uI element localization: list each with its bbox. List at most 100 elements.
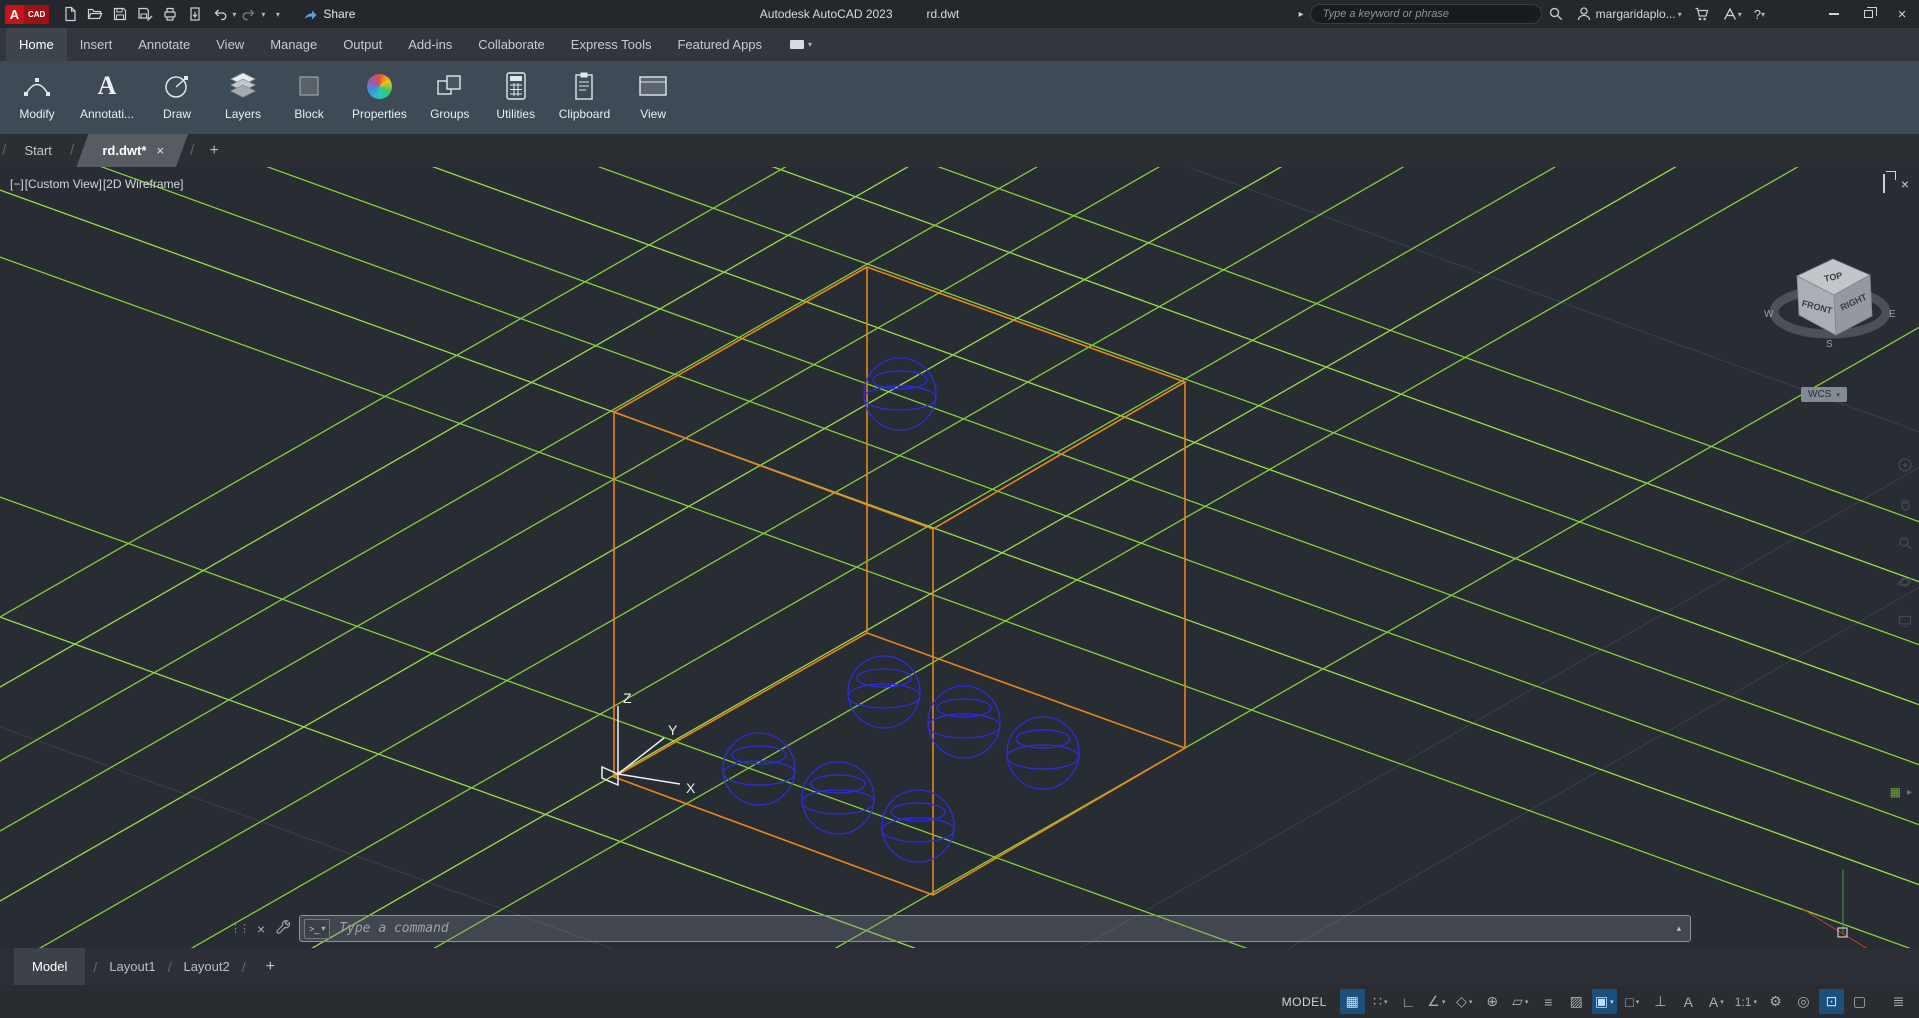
viewcube[interactable]: W S E TOP FRONT RIGHT: [1742, 213, 1919, 393]
snap-caret-icon[interactable]: ▾: [1384, 998, 1388, 1006]
visual-style-control[interactable]: [2D Wireframe]: [103, 177, 184, 191]
command-grip-handle[interactable]: ⋮⋮: [230, 922, 248, 935]
polar-caret-icon[interactable]: ▾: [1442, 998, 1446, 1006]
clean-screen-toggle[interactable]: ▢: [1847, 989, 1872, 1014]
tab-model[interactable]: Model: [14, 948, 85, 985]
tab-output[interactable]: Output: [330, 28, 395, 61]
tab-collaborate[interactable]: Collaborate: [465, 28, 558, 61]
ribbon-panel-view[interactable]: View: [620, 61, 686, 134]
save-button[interactable]: [107, 2, 132, 26]
lineweight-toggle[interactable]: ≡: [1536, 989, 1561, 1014]
ribbon-panel-layers[interactable]: Layers: [210, 61, 276, 134]
selection-cycling-toggle[interactable]: ▣▾: [1592, 989, 1617, 1014]
dynamic-ucs-toggle[interactable]: ⊥: [1648, 989, 1673, 1014]
play-mini-icon[interactable]: ▸: [1907, 787, 1912, 798]
model-space-label[interactable]: MODEL: [1282, 995, 1327, 1009]
share-button[interactable]: Share: [302, 6, 355, 22]
restore-button[interactable]: [1851, 0, 1885, 28]
close-tab-icon[interactable]: ×: [156, 143, 164, 158]
search-expand-icon[interactable]: ▸: [1299, 9, 1304, 20]
view-control[interactable]: [Custom View]: [25, 177, 102, 191]
isodraft-caret-icon[interactable]: ▾: [1469, 998, 1473, 1006]
isolate-objects-button[interactable]: ◎: [1791, 989, 1816, 1014]
command-close-icon[interactable]: ×: [257, 921, 265, 937]
3d-object-snap-toggle[interactable]: □▾: [1620, 989, 1645, 1014]
isometric-drafting-toggle[interactable]: ◇▾: [1452, 989, 1477, 1014]
plot-button[interactable]: [157, 2, 182, 26]
tab-addins[interactable]: Add-ins: [395, 28, 465, 61]
orbit-icon[interactable]: [1897, 574, 1913, 595]
command-input-field[interactable]: >_▾ ▴: [299, 915, 1691, 942]
account-button[interactable]: margaridaplo... ▾: [1570, 0, 1688, 28]
ribbon-panel-groups[interactable]: Groups: [417, 61, 483, 134]
tab-featured-apps[interactable]: Featured Apps: [664, 28, 775, 61]
tab-annotate[interactable]: Annotate: [125, 28, 203, 61]
new-drawing-button[interactable]: [57, 2, 82, 26]
scale-caret-icon[interactable]: ▾: [1753, 998, 1757, 1006]
zoom-icon[interactable]: [1897, 535, 1913, 556]
autodesk-apps-button[interactable]: ▾: [1716, 0, 1748, 28]
open-drawing-button[interactable]: [82, 2, 107, 26]
viewport-close-button[interactable]: ×: [1901, 177, 1909, 191]
drawing-canvas[interactable]: Z Y X: [0, 167, 1919, 948]
orange-box-wireframe[interactable]: [614, 267, 1185, 895]
command-input[interactable]: [339, 921, 1667, 936]
tab-insert[interactable]: Insert: [67, 28, 126, 61]
show-motion-icon[interactable]: [1897, 613, 1913, 634]
ribbon-panel-utilities[interactable]: Utilities: [483, 61, 549, 134]
tab-manage[interactable]: Manage: [257, 28, 330, 61]
store-button[interactable]: [1688, 0, 1716, 28]
osnap-caret-icon[interactable]: ▾: [1525, 998, 1529, 1006]
annotation-visibility-toggle[interactable]: A: [1676, 989, 1701, 1014]
graphics-performance-toggle[interactable]: ⊡: [1819, 989, 1844, 1014]
ribbon-panel-modify[interactable]: Modify: [4, 61, 70, 134]
wcs-dropdown[interactable]: WCS ▾: [1801, 387, 1847, 402]
ribbon-display-toggle[interactable]: ▾: [781, 28, 821, 61]
tab-layout1[interactable]: Layout1: [105, 959, 159, 974]
app-menu-button[interactable]: A CAD: [5, 5, 49, 24]
transparency-toggle[interactable]: ▨: [1564, 989, 1589, 1014]
command-customize-button[interactable]: [274, 918, 290, 939]
workspace-settings-button[interactable]: ⚙: [1763, 989, 1788, 1014]
help-button[interactable]: ? ▾: [1748, 0, 1771, 28]
viewport-restore-button[interactable]: [1883, 175, 1885, 193]
annotation-scale-button[interactable]: 1:1▾: [1732, 989, 1760, 1014]
3d-osnap-caret-icon[interactable]: ▾: [1636, 998, 1640, 1006]
osnap-tracking-toggle[interactable]: ⊕: [1480, 989, 1505, 1014]
qat-customize-button[interactable]: ▾: [265, 2, 290, 26]
search-button[interactable]: [1542, 0, 1570, 28]
tab-view[interactable]: View: [203, 28, 257, 61]
tab-home[interactable]: Home: [6, 28, 67, 61]
new-drawing-tab-button[interactable]: +: [196, 134, 231, 167]
recent-commands-icon[interactable]: ▴: [1677, 923, 1682, 934]
export-button[interactable]: [182, 2, 207, 26]
redo-button[interactable]: [236, 2, 261, 26]
ucs-icon[interactable]: Z Y X: [602, 690, 696, 796]
save-as-button[interactable]: [132, 2, 157, 26]
viewport-menu-control[interactable]: [−]: [10, 177, 24, 191]
full-navigation-wheel-icon[interactable]: [1897, 457, 1913, 478]
tab-express-tools[interactable]: Express Tools: [558, 28, 665, 61]
autoscale-caret-icon[interactable]: ▾: [1720, 998, 1724, 1006]
drawing-viewport[interactable]: Z Y X [−] [Custom View] [2D Wireframe] ×: [0, 167, 1919, 948]
file-tab-start[interactable]: Start: [8, 134, 67, 167]
close-button[interactable]: ×: [1885, 0, 1919, 28]
customization-menu-button[interactable]: ≣: [1886, 989, 1911, 1014]
selection-caret-icon[interactable]: ▾: [1610, 998, 1614, 1006]
file-tab-active-document[interactable]: rd.dwt* ×: [76, 134, 188, 167]
viewcube-cube[interactable]: TOP FRONT RIGHT: [1797, 259, 1872, 335]
polar-tracking-toggle[interactable]: ∠▾: [1424, 989, 1449, 1014]
pan-hand-icon[interactable]: [1897, 496, 1913, 517]
grid-display-toggle[interactable]: ▦: [1340, 989, 1365, 1014]
search-input[interactable]: [1310, 4, 1542, 24]
undo-button[interactable]: [207, 2, 232, 26]
ribbon-panel-clipboard[interactable]: Clipboard: [549, 61, 620, 134]
annotation-autoscale-toggle[interactable]: A▾: [1704, 989, 1729, 1014]
command-prompt-icon[interactable]: >_▾: [304, 919, 330, 939]
ribbon-panel-block[interactable]: Block: [276, 61, 342, 134]
grid-mini-icon[interactable]: ▦: [1890, 785, 1901, 799]
ribbon-panel-annotation[interactable]: A Annotati...: [70, 61, 144, 134]
snap-mode-toggle[interactable]: ∷▾: [1368, 989, 1393, 1014]
ortho-mode-toggle[interactable]: ∟: [1396, 989, 1421, 1014]
ribbon-panel-properties[interactable]: Properties: [342, 61, 417, 134]
